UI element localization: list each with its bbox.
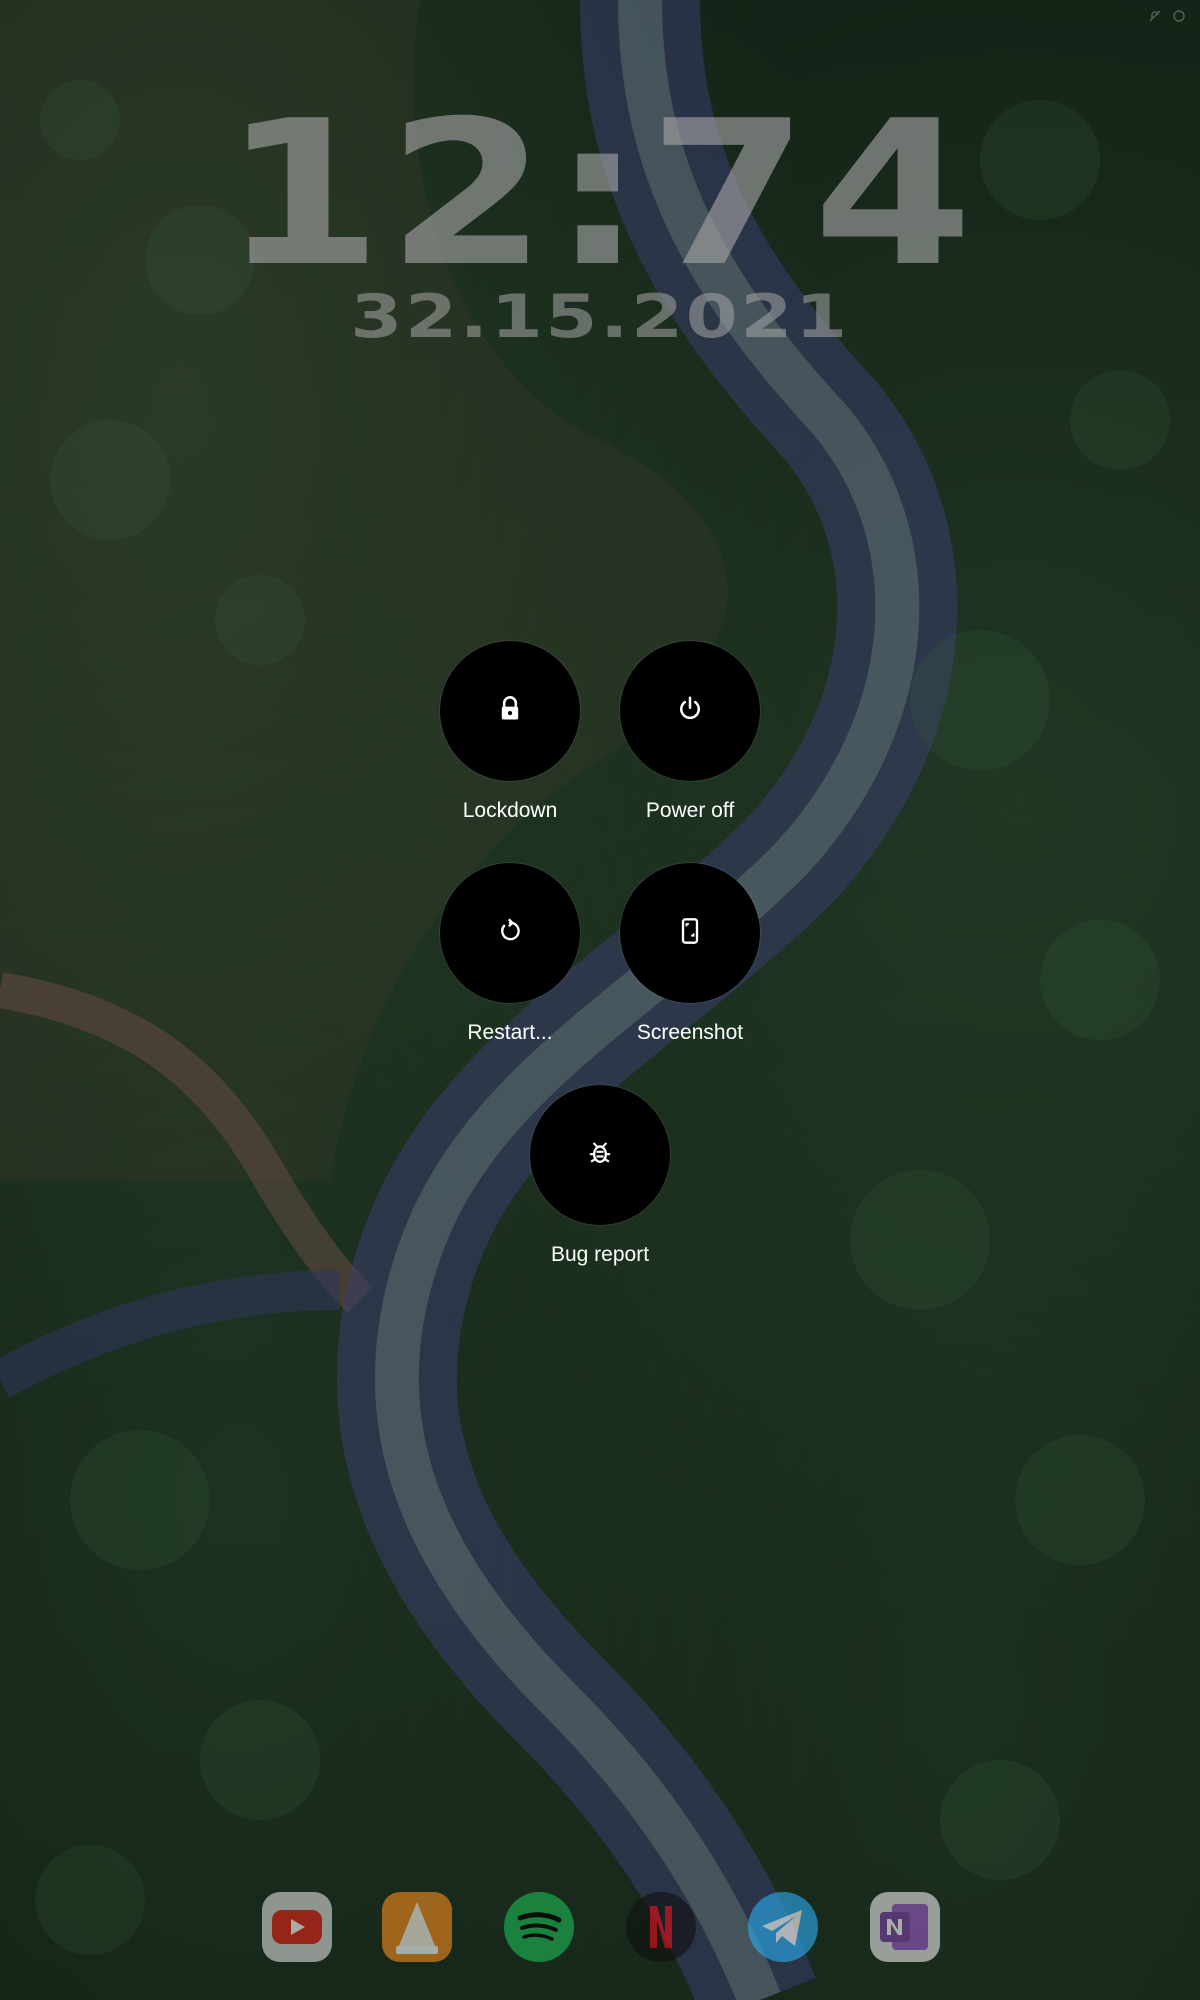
bug-report-label: Bug report [550, 1243, 650, 1266]
youtube-icon[interactable] [258, 1888, 336, 1966]
power-menu: Lockdown Power off Restart... Screenshot… [0, 0, 1200, 2000]
telegram-icon[interactable] [744, 1888, 822, 1966]
spotify-icon[interactable] [500, 1888, 578, 1966]
screenshot-circle[interactable] [620, 863, 760, 1003]
lockdown-circle[interactable] [440, 641, 580, 781]
power-icon [675, 694, 705, 728]
bug-report-button[interactable]: Bug report [500, 1085, 700, 1267]
lock-screen: 12:74 32.15.2021 Lockdown Power off Rest… [0, 0, 1200, 2000]
app-dock [0, 1888, 1200, 1968]
lockdown-label: Lockdown [462, 799, 558, 822]
restart-icon [496, 917, 524, 949]
restart-circle[interactable] [440, 863, 580, 1003]
screenshot-label: Screenshot [636, 1021, 744, 1044]
screenshot-button[interactable]: Screenshot [590, 863, 790, 1045]
netflix-icon[interactable] [622, 1888, 700, 1966]
onenote-icon[interactable] [866, 1888, 944, 1966]
lock-icon [496, 695, 524, 727]
power-off-label: Power off [645, 799, 735, 822]
restart-button[interactable]: Restart... [410, 863, 610, 1045]
bug-report-circle[interactable] [530, 1085, 670, 1225]
vlc-icon[interactable] [378, 1888, 456, 1966]
power-off-button[interactable]: Power off [590, 641, 790, 823]
bug-icon [586, 1139, 614, 1171]
lockdown-button[interactable]: Lockdown [410, 641, 610, 823]
restart-label: Restart... [467, 1021, 553, 1044]
power-off-circle[interactable] [620, 641, 760, 781]
screenshot-icon [676, 917, 704, 949]
